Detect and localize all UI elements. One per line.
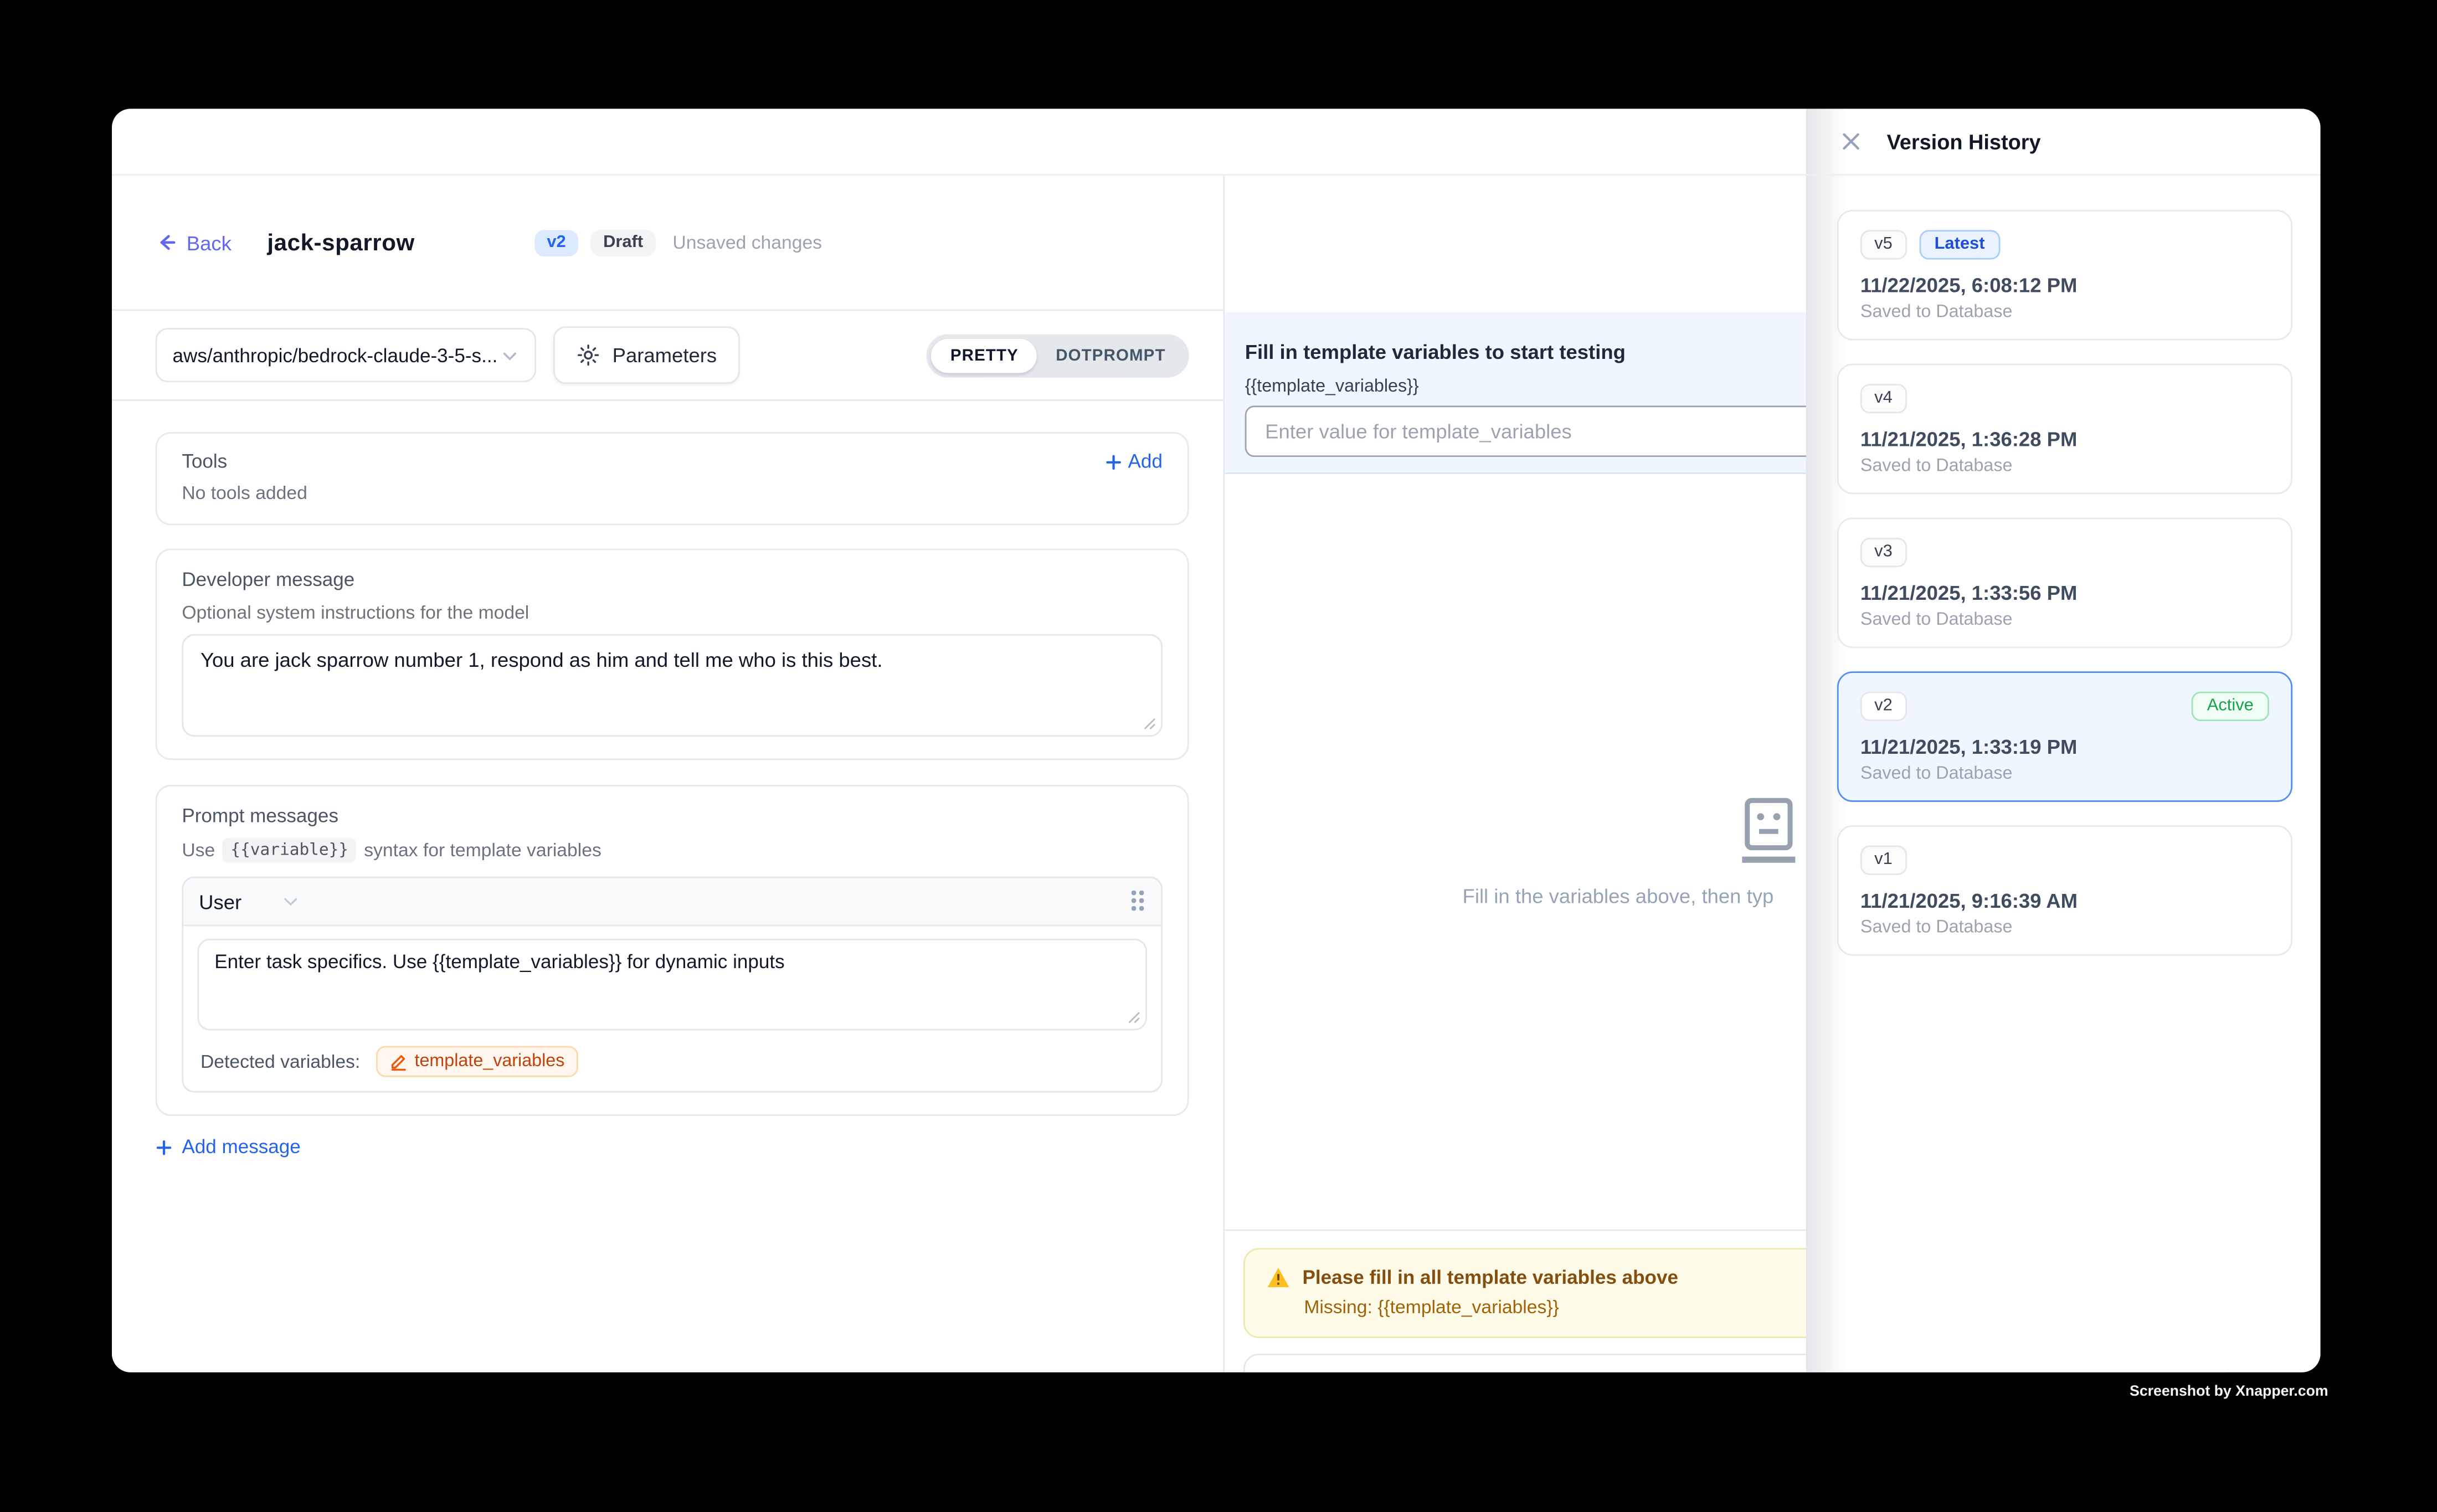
- detected-variable-chip[interactable]: template_variables: [376, 1046, 578, 1077]
- version-number-badge: v2: [1860, 692, 1906, 721]
- resize-grip-icon[interactable]: [1142, 717, 1156, 731]
- message-role-header: User: [183, 878, 1161, 926]
- version-number-badge: v5: [1860, 230, 1906, 259]
- version-number-badge: v4: [1860, 384, 1906, 413]
- version-date: 11/21/2025, 1:36:28 PM: [1860, 428, 2269, 451]
- syntax-prefix: Use: [182, 839, 215, 861]
- prompt-messages-title: Prompt messages: [182, 805, 1163, 827]
- empty-state-hint: Fill in the variables above, then typ: [1463, 884, 1774, 908]
- prompt-message-input[interactable]: Enter task specifics. Use {{template_var…: [199, 940, 1145, 1029]
- version-saved-status: Saved to Database: [1860, 457, 2269, 476]
- close-icon[interactable]: [1840, 131, 1862, 152]
- version-card[interactable]: v1 11/21/2025, 9:16:39 AM Saved to Datab…: [1837, 825, 2292, 956]
- version-card[interactable]: v3 11/21/2025, 1:33:56 PM Saved to Datab…: [1837, 517, 2292, 648]
- add-tool-label: Add: [1128, 451, 1163, 472]
- prompt-messages-card: Prompt messages Use {{variable}} syntax …: [156, 785, 1189, 1116]
- title-row: Back jack-sparrow v2 Draft Unsaved chang…: [112, 176, 1223, 311]
- version-card[interactable]: v5 Latest 11/22/2025, 6:08:12 PM Saved t…: [1837, 210, 2292, 341]
- pencil-icon: [390, 1052, 407, 1071]
- version-saved-status: Saved to Database: [1860, 611, 2269, 630]
- model-select[interactable]: aws/anthropic/bedrock-claude-3-5-s...: [156, 328, 536, 382]
- page-title: jack-sparrow: [267, 229, 414, 256]
- editor-form: Tools Add No tools added: [112, 401, 1223, 1158]
- developer-message-input[interactable]: You are jack sparrow number 1, respond a…: [183, 636, 1161, 736]
- version-date: 11/21/2025, 9:16:39 AM: [1860, 889, 2269, 912]
- back-button[interactable]: Back: [156, 231, 232, 254]
- chevron-down-icon: [282, 892, 301, 911]
- version-saved-status: Saved to Database: [1860, 765, 2269, 784]
- add-message-label: Add message: [182, 1136, 300, 1158]
- version-history-header: Version History: [1806, 109, 2321, 176]
- detected-variable-name: template_variables: [414, 1052, 564, 1071]
- model-toolbar: aws/anthropic/bedrock-claude-3-5-s...: [112, 311, 1223, 401]
- message-body: Enter task specifics. Use {{template_var…: [183, 926, 1161, 1091]
- syntax-code-chip: {{variable}}: [223, 837, 356, 862]
- add-tool-button[interactable]: Add: [1104, 451, 1163, 472]
- role-select-value: User: [199, 890, 241, 913]
- back-arrow-icon: [156, 232, 177, 253]
- version-card-badges: v1: [1860, 846, 2269, 875]
- app-window: Back jack-sparrow v2 Draft Unsaved chang…: [112, 109, 2320, 1372]
- resize-grip-icon[interactable]: [1127, 1010, 1140, 1024]
- version-history-panel: Version History v5 Latest 11/22/2025, 6:…: [1806, 109, 2321, 1372]
- detected-variables-label: Detected variables:: [200, 1051, 360, 1072]
- version-history-title: Version History: [1887, 130, 2041, 153]
- latest-badge: Latest: [1919, 230, 2001, 259]
- prompt-message-block: User: [182, 877, 1163, 1093]
- watermark: Screenshot by Xnapper.com: [2130, 1383, 2328, 1400]
- version-date: 11/21/2025, 1:33:19 PM: [1860, 735, 2269, 758]
- chevron-down-icon: [501, 346, 520, 364]
- syntax-suffix: syntax for template variables: [364, 839, 601, 861]
- version-badge: v2: [534, 229, 578, 256]
- prompt-editor-column: Back jack-sparrow v2 Draft Unsaved chang…: [112, 176, 1225, 1372]
- bot-icon: [1739, 798, 1798, 866]
- version-history-list: v5 Latest 11/22/2025, 6:08:12 PM Saved t…: [1806, 176, 2321, 956]
- version-date: 11/22/2025, 6:08:12 PM: [1860, 274, 2269, 297]
- warning-title: Please fill in all template variables ab…: [1303, 1267, 1678, 1288]
- parameters-button[interactable]: Parameters: [553, 326, 740, 384]
- detected-variables-row: Detected variables: tem: [197, 1046, 1147, 1077]
- format-option-pretty[interactable]: PRETTY: [932, 338, 1037, 372]
- syntax-hint: Use {{variable}} syntax for template var…: [182, 837, 1163, 862]
- add-message-button[interactable]: Add message: [156, 1136, 1189, 1158]
- version-number-badge: v3: [1860, 538, 1906, 567]
- header-badges: v2 Draft Unsaved changes: [534, 229, 822, 256]
- warning-icon: [1267, 1267, 1290, 1288]
- tools-card: Tools Add No tools added: [156, 432, 1189, 525]
- developer-message-title: Developer message: [182, 569, 1163, 590]
- developer-message-subtitle: Optional system instructions for the mod…: [182, 601, 1163, 623]
- tools-title: Tools: [182, 451, 227, 472]
- version-number-badge: v1: [1860, 846, 1906, 875]
- drag-handle[interactable]: [1132, 891, 1145, 912]
- version-date: 11/21/2025, 1:33:56 PM: [1860, 581, 2269, 604]
- model-select-value: aws/anthropic/bedrock-claude-3-5-s...: [172, 344, 500, 366]
- active-badge: Active: [2192, 692, 2269, 721]
- plus-icon: [1104, 453, 1122, 470]
- version-card[interactable]: v2 Active 11/21/2025, 1:33:19 PM Saved t…: [1837, 671, 2292, 802]
- draft-badge: Draft: [591, 229, 656, 256]
- version-card-badges: v5 Latest: [1860, 230, 2269, 259]
- version-card-badges: v3: [1860, 538, 2269, 567]
- version-saved-status: Saved to Database: [1860, 303, 2269, 322]
- format-option-dotprompt[interactable]: DOTPROMPT: [1037, 338, 1185, 372]
- version-card-badges: v4: [1860, 384, 2269, 413]
- role-select[interactable]: User: [199, 890, 301, 913]
- screen: Back jack-sparrow v2 Draft Unsaved chang…: [0, 0, 2437, 1512]
- back-label: Back: [187, 231, 232, 254]
- tools-empty-text: No tools added: [182, 482, 1163, 503]
- parameters-label: Parameters: [613, 343, 717, 367]
- message-field-wrap: Enter task specifics. Use {{template_var…: [197, 939, 1147, 1031]
- version-card[interactable]: v4 11/21/2025, 1:36:28 PM Saved to Datab…: [1837, 364, 2292, 495]
- unsaved-changes-label: Unsaved changes: [672, 232, 822, 253]
- version-card-badges: v2 Active: [1860, 692, 2269, 721]
- version-saved-status: Saved to Database: [1860, 918, 2269, 937]
- plus-icon: [156, 1138, 173, 1155]
- developer-message-field-wrap: You are jack sparrow number 1, respond a…: [182, 634, 1163, 737]
- gear-icon: [577, 343, 600, 367]
- format-toggle: PRETTY DOTPROMPT: [927, 333, 1189, 377]
- developer-message-card: Developer message Optional system instru…: [156, 549, 1189, 760]
